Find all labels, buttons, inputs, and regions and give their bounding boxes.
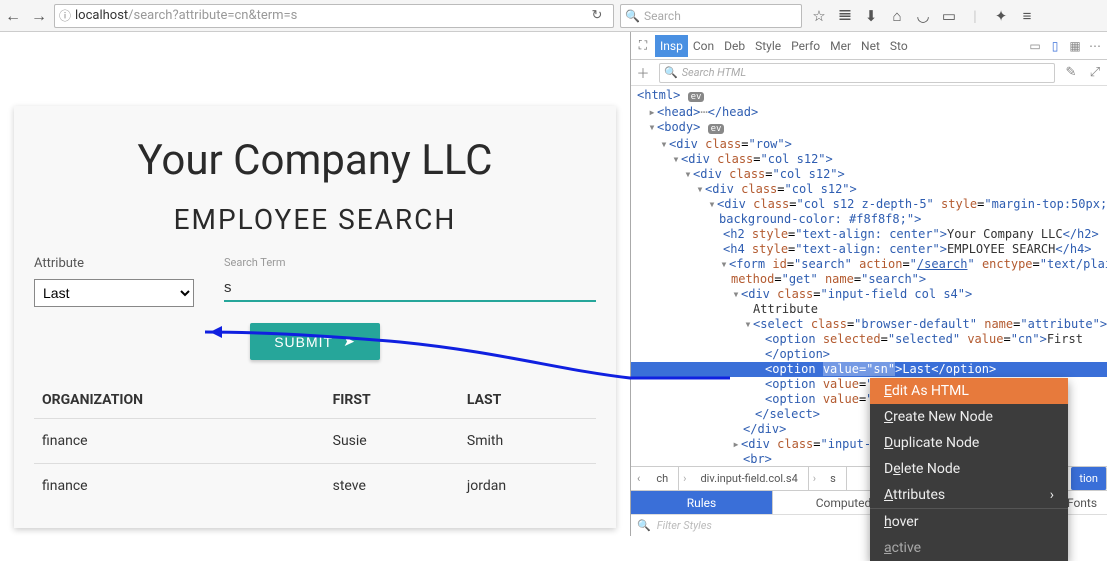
page-subtitle: EMPLOYEE SEARCH (34, 203, 596, 236)
dock-icon[interactable]: ▯ (1047, 39, 1063, 53)
tab-rules[interactable]: Rules (631, 491, 773, 514)
table-row: finance steve jordan (34, 464, 596, 509)
ctx-hover[interactable]: hover (870, 509, 1068, 535)
back-button[interactable]: ← (0, 3, 26, 29)
pocket-icon[interactable]: ◡ (914, 7, 932, 25)
col-first: FIRST (325, 382, 459, 419)
toolbar-icons: ☆ 𝌆 ⬇ ⌂ ◡ ▭ | ✦ ≡ (810, 6, 1036, 25)
table-row: finance Susie Smith (34, 419, 596, 464)
tab-network[interactable]: Net (856, 35, 885, 57)
bookmark-star-icon[interactable]: ☆ (810, 7, 828, 25)
page-card: Your Company LLC EMPLOYEE SEARCH Attribu… (14, 106, 616, 528)
search-placeholder: Search (644, 9, 681, 23)
reload-button[interactable]: ↻ (585, 8, 609, 23)
crumb-item[interactable]: s (820, 467, 847, 490)
ctx-attributes[interactable]: Attributes (870, 482, 1068, 508)
send-icon: ➤ (343, 333, 356, 350)
search-term-input[interactable] (224, 275, 596, 302)
term-label: Search Term (224, 256, 596, 269)
search-icon: 🔍 (664, 66, 678, 79)
tab-console[interactable]: Con (688, 35, 719, 57)
sep-icon: | (966, 7, 984, 25)
attribute-label: Attribute (34, 256, 204, 271)
col-org: ORGANIZATION (34, 382, 325, 419)
element-picker-icon[interactable]: ⛶ (631, 38, 655, 53)
menu-icon[interactable]: ≡ (1018, 7, 1036, 25)
selected-dom-node[interactable]: <option value="sn">Last</option> (631, 362, 1107, 377)
context-menu: Edit As HTML Create New Node Duplicate N… (870, 378, 1068, 561)
more-icon[interactable]: ⋯ (1087, 39, 1103, 53)
toggle-icon[interactable]: ⤢ (1083, 65, 1107, 80)
submit-button[interactable]: SUBMIT ➤ (250, 323, 380, 360)
library-icon[interactable]: 𝌆 (836, 6, 854, 25)
page-viewport: Your Company LLC EMPLOYEE SEARCH Attribu… (0, 32, 630, 536)
url-bar[interactable]: ⓘ localhost/search?attribute=cn&term=s ↻ (54, 4, 614, 28)
tab-storage[interactable]: Sto (885, 35, 913, 57)
tab-memory[interactable]: Mer (825, 35, 856, 57)
home-icon[interactable]: ⌂ (888, 7, 906, 25)
ctx-active[interactable]: active (870, 535, 1068, 561)
results-table: ORGANIZATION FIRST LAST finance Susie Sm… (34, 382, 596, 508)
tab-style[interactable]: Style (750, 35, 786, 57)
add-node-icon[interactable]: ＋ (631, 63, 655, 82)
crumb-item[interactable]: ch (646, 467, 679, 490)
tab-performance[interactable]: Perfo (786, 35, 825, 57)
attribute-select[interactable]: Last (34, 279, 194, 307)
col-last: LAST (459, 382, 596, 419)
ctx-create-new-node[interactable]: Create New Node (870, 404, 1068, 430)
crumb-selected[interactable]: tion (1071, 467, 1107, 490)
downloads-icon[interactable]: ⬇ (862, 7, 880, 25)
ctx-delete-node[interactable]: Delete Node (870, 456, 1068, 482)
reader-icon[interactable]: ▭ (940, 7, 958, 25)
browser-search[interactable]: 🔍 Search (620, 4, 802, 28)
settings-icon[interactable]: ▦ (1067, 39, 1083, 53)
search-icon: 🔍 (637, 519, 651, 532)
devtools-tabs: ⛶ Insp Con Deb Style Perfo Mer Net Sto ▭… (631, 32, 1107, 60)
search-icon: 🔍 (625, 9, 640, 23)
company-heading: Your Company LLC (34, 136, 596, 185)
eyedropper-icon[interactable]: ✎ (1059, 65, 1083, 80)
tab-debugger[interactable]: Deb (719, 35, 750, 57)
tab-inspector[interactable]: Insp (655, 35, 688, 57)
crumb-item[interactable]: div.input-field.col.s4 (690, 467, 808, 490)
ctx-duplicate-node[interactable]: Duplicate Node (870, 430, 1068, 456)
responsive-icon[interactable]: ▭ (1027, 39, 1043, 53)
site-info-icon[interactable]: ⓘ (59, 7, 71, 24)
url-text: localhost/search?attribute=cn&term=s (75, 8, 297, 23)
browser-toolbar: ← → ⓘ localhost/search?attribute=cn&term… (0, 0, 1107, 32)
html-search-input[interactable]: 🔍 Search HTML (659, 63, 1055, 83)
ctx-edit-as-html[interactable]: Edit As HTML (870, 378, 1068, 404)
extension-icon[interactable]: ✦ (992, 7, 1010, 25)
forward-button[interactable]: → (26, 3, 52, 29)
